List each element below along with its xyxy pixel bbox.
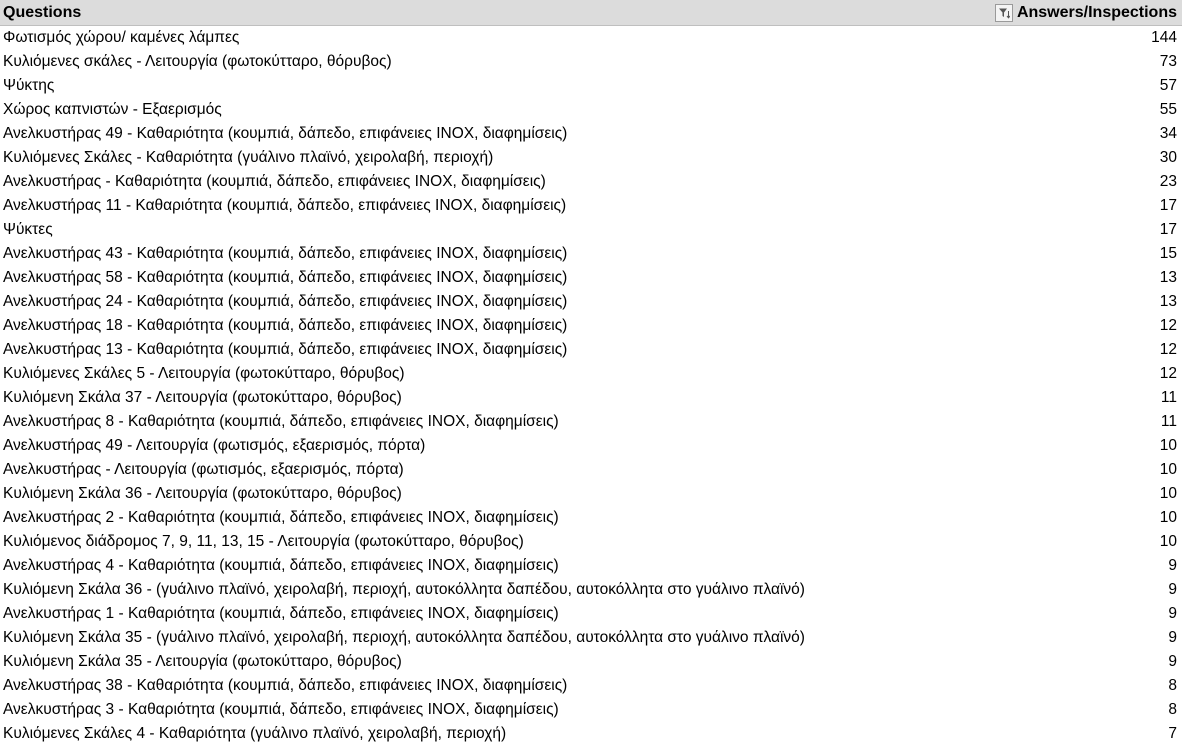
question-cell: Κυλιόμενη Σκάλα 35 - (γυάλινο πλαϊνό, χε… [3,629,805,646]
question-cell: Ψύκτης [3,77,55,94]
table-row[interactable]: Ψύκτης 57 [0,74,1182,98]
answers-count-cell: 10 [1159,485,1177,502]
filter-sort-icon[interactable] [994,3,1013,22]
table-row[interactable]: Ανελκυστήρας 3 - Καθαριότητα (κουμπιά, δ… [0,698,1182,722]
answers-count-cell: 73 [1159,53,1177,70]
answers-count-cell: 9 [1168,629,1177,646]
answers-count-cell: 10 [1159,437,1177,454]
question-cell: Κυλιόμενες Σκάλες 5 - Λειτουργία (φωτοκύ… [3,365,405,382]
answers-count-cell: 11 [1160,389,1177,406]
answers-count-cell: 17 [1159,197,1177,214]
table-row[interactable]: Ανελκυστήρας 1 - Καθαριότητα (κουμπιά, δ… [0,602,1182,626]
pivot-table: Questions Answers/Inspections Φωτισμός χ… [0,0,1182,746]
table-row[interactable]: Ανελκυστήρας - Καθαριότητα (κουμπιά, δάπ… [0,170,1182,194]
question-cell: Κυλιόμενη Σκάλα 35 - Λειτουργία (φωτοκύτ… [3,653,402,670]
answers-count-cell: 10 [1159,533,1177,550]
question-cell: Κυλιόμενος διάδρομος 7, 9, 11, 13, 15 - … [3,533,524,550]
table-row[interactable]: Ψύκτες 17 [0,218,1182,242]
answers-count-cell: 17 [1159,221,1177,238]
answers-column-header-wrap: Answers/Inspections [994,3,1182,22]
table-row[interactable]: Φωτισμός χώρου/ καμένες λάμπες 144 [0,26,1182,50]
table-row[interactable]: Ανελκυστήρας 13 - Καθαριότητα (κουμπιά, … [0,338,1182,362]
answers-count-cell: 7 [1168,725,1177,742]
answers-count-cell: 144 [1151,29,1177,46]
table-row[interactable]: Κυλιόμενες Σκάλες - Καθαριότητα (γυάλινο… [0,146,1182,170]
question-cell: Ανελκυστήρας 13 - Καθαριότητα (κουμπιά, … [3,341,568,358]
table-row[interactable]: Κυλιόμενη Σκάλα 35 - Λειτουργία (φωτοκύτ… [0,650,1182,674]
answers-count-cell: 9 [1168,653,1177,670]
question-cell: Κυλιόμενες Σκάλες - Καθαριότητα (γυάλινο… [3,149,494,166]
table-row[interactable]: Κυλιόμενη Σκάλα 35 - (γυάλινο πλαϊνό, χε… [0,626,1182,650]
answers-count-cell: 8 [1168,677,1177,694]
answers-count-cell: 55 [1159,101,1177,118]
table-row[interactable]: Ανελκυστήρας 24 - Καθαριότητα (κουμπιά, … [0,290,1182,314]
table-row[interactable]: Κυλιόμενες σκάλες - Λειτουργία (φωτοκύττ… [0,50,1182,74]
table-row[interactable]: Κυλιόμενες Σκάλες 5 - Λειτουργία (φωτοκύ… [0,362,1182,386]
question-cell: Ανελκυστήρας 43 - Καθαριότητα (κουμπιά, … [3,245,568,262]
question-cell: Χώρος καπνιστών - Εξαερισμός [3,101,222,118]
answers-count-cell: 8 [1168,701,1177,718]
table-row[interactable]: Κυλιόμενες Σκάλες 4 - Καθαριότητα (γυάλι… [0,722,1182,746]
question-cell: Φωτισμός χώρου/ καμένες λάμπες [3,29,240,46]
answers-count-cell: 10 [1159,461,1177,478]
question-cell: Ανελκυστήρας - Λειτουργία (φωτισμός, εξα… [3,461,404,478]
table-row[interactable]: Ανελκυστήρας 18 - Καθαριότητα (κουμπιά, … [0,314,1182,338]
funnel-icon [998,8,1010,19]
answers-count-cell: 9 [1168,557,1177,574]
question-cell: Ανελκυστήρας 1 - Καθαριότητα (κουμπιά, δ… [3,605,559,622]
question-cell: Ανελκυστήρας 49 - Λειτουργία (φωτισμός, … [3,437,426,454]
table-row[interactable]: Ανελκυστήρας 49 - Καθαριότητα (κουμπιά, … [0,122,1182,146]
answers-count-cell: 11 [1160,413,1177,430]
table-body: Φωτισμός χώρου/ καμένες λάμπες 144 Κυλιόμε… [0,26,1182,746]
question-cell: Κυλιόμενες σκάλες - Λειτουργία (φωτοκύττ… [3,53,392,70]
table-row[interactable]: Ανελκυστήρας 58 - Καθαριότητα (κουμπιά, … [0,266,1182,290]
question-cell: Ανελκυστήρας 11 - Καθαριότητα (κουμπιά, … [3,197,567,214]
question-cell: Ανελκυστήρας 8 - Καθαριότητα (κουμπιά, δ… [3,413,559,430]
question-cell: Ανελκυστήρας 4 - Καθαριότητα (κουμπιά, δ… [3,557,559,574]
table-row[interactable]: Κυλιόμενη Σκάλα 36 - Λειτουργία (φωτοκύτ… [0,482,1182,506]
answers-count-cell: 9 [1168,605,1177,622]
question-cell: Ανελκυστήρας 24 - Καθαριότητα (κουμπιά, … [3,293,568,310]
table-row[interactable]: Κυλιόμενη Σκάλα 36 - (γυάλινο πλαϊνό, χε… [0,578,1182,602]
table-row[interactable]: Κυλιόμενη Σκάλα 37 - Λειτουργία (φωτοκύτ… [0,386,1182,410]
table-row[interactable]: Κυλιόμενος διάδρομος 7, 9, 11, 13, 15 - … [0,530,1182,554]
answers-count-cell: 34 [1159,125,1177,142]
table-row[interactable]: Χώρος καπνιστών - Εξαερισμός 55 [0,98,1182,122]
table-row[interactable]: Ανελκυστήρας - Λειτουργία (φωτισμός, εξα… [0,458,1182,482]
table-row[interactable]: Ανελκυστήρας 43 - Καθαριότητα (κουμπιά, … [0,242,1182,266]
answers-count-cell: 15 [1159,245,1177,262]
answers-count-cell: 9 [1168,581,1177,598]
table-row[interactable]: Ανελκυστήρας 38 - Καθαριότητα (κουμπιά, … [0,674,1182,698]
table-row[interactable]: Ανελκυστήρας 4 - Καθαριότητα (κουμπιά, δ… [0,554,1182,578]
table-row[interactable]: Ανελκυστήρας 8 - Καθαριότητα (κουμπιά, δ… [0,410,1182,434]
answers-count-cell: 12 [1159,317,1177,334]
question-cell: Ανελκυστήρας 18 - Καθαριότητα (κουμπιά, … [3,317,568,334]
table-row[interactable]: Ανελκυστήρας 11 - Καθαριότητα (κουμπιά, … [0,194,1182,218]
questions-column-header[interactable]: Questions [0,4,995,22]
answers-count-cell: 10 [1159,509,1177,526]
answers-count-cell: 12 [1159,365,1177,382]
question-cell: Κυλιόμενες Σκάλες 4 - Καθαριότητα (γυάλι… [3,725,507,742]
question-cell: Κυλιόμενη Σκάλα 36 - (γυάλινο πλαϊνό, χε… [3,581,805,598]
question-cell: Ανελκυστήρας 58 - Καθαριότητα (κουμπιά, … [3,269,568,286]
answers-count-cell: 13 [1159,269,1177,286]
answers-count-cell: 12 [1159,341,1177,358]
question-cell: Ανελκυστήρας 2 - Καθαριότητα (κουμπιά, δ… [3,509,559,526]
answers-count-cell: 30 [1159,149,1177,166]
answers-count-cell: 13 [1159,293,1177,310]
question-cell: Κυλιόμενη Σκάλα 36 - Λειτουργία (φωτοκύτ… [3,485,402,502]
question-cell: Ψύκτες [3,221,53,238]
answers-count-cell: 57 [1159,77,1177,94]
question-cell: Ανελκυστήρας 49 - Καθαριότητα (κουμπιά, … [3,125,568,142]
table-header: Questions Answers/Inspections [0,0,1182,26]
table-row[interactable]: Ανελκυστήρας 2 - Καθαριότητα (κουμπιά, δ… [0,506,1182,530]
question-cell: Ανελκυστήρας 3 - Καθαριότητα (κουμπιά, δ… [3,701,559,718]
question-cell: Ανελκυστήρας - Καθαριότητα (κουμπιά, δάπ… [3,173,546,190]
question-cell: Κυλιόμενη Σκάλα 37 - Λειτουργία (φωτοκύτ… [3,389,402,406]
answers-column-header[interactable]: Answers/Inspections [1017,4,1177,22]
answers-count-cell: 23 [1159,173,1177,190]
question-cell: Ανελκυστήρας 38 - Καθαριότητα (κουμπιά, … [3,677,568,694]
table-row[interactable]: Ανελκυστήρας 49 - Λειτουργία (φωτισμός, … [0,434,1182,458]
